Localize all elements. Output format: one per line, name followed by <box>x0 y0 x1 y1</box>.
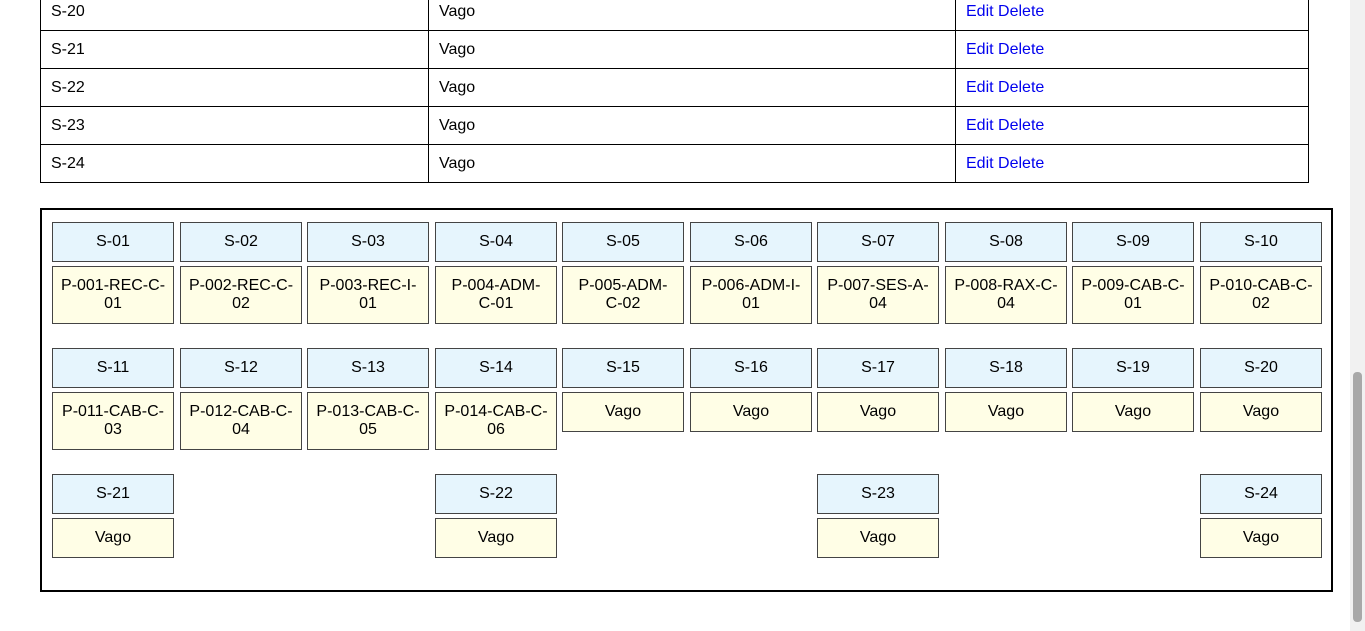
status-cell: Vago <box>428 68 956 107</box>
seat-occupant[interactable]: P-005-ADM-C-02 <box>562 266 684 324</box>
seat-map: S-01 P-001-REC-C-01 S-02 P-002-REC-C-02 S-03… <box>40 208 1333 592</box>
table-row: S-23 Vago Edit Delete <box>40 106 1309 145</box>
status-cell: Vago <box>428 106 956 145</box>
seats-table: S-20 Vago Edit Delete S-21 Vago Edit Delete S-… <box>40 0 1309 183</box>
seat-label[interactable]: S-07 <box>817 222 939 262</box>
seat-occupant[interactable]: Vago <box>817 518 939 558</box>
table-row: S-21 Vago Edit Delete <box>40 30 1309 69</box>
seat-id-cell: S-20 <box>40 0 429 31</box>
seat-label[interactable]: S-17 <box>817 348 939 388</box>
seats-table-body: S-20 Vago Edit Delete S-21 Vago Edit Delete S-… <box>40 0 1309 183</box>
table-row: S-20 Vago Edit Delete <box>40 0 1309 31</box>
seat-occupant[interactable]: Vago <box>690 392 812 432</box>
seat-occupant[interactable]: Vago <box>435 518 557 558</box>
scrollbar-thumb[interactable] <box>1353 372 1362 622</box>
seat-id-cell: S-24 <box>40 144 429 183</box>
seat-id-cell: S-22 <box>40 68 429 107</box>
actions-cell: Edit Delete <box>955 144 1309 183</box>
seat-label[interactable]: S-01 <box>52 222 174 262</box>
status-cell: Vago <box>428 0 956 31</box>
seat-occupant[interactable]: P-011-CAB-C-03 <box>52 392 174 450</box>
seat-label[interactable]: S-06 <box>690 222 812 262</box>
seat-label[interactable]: S-10 <box>1200 222 1322 262</box>
vertical-scrollbar[interactable] <box>1350 0 1365 631</box>
seat-occupant[interactable]: Vago <box>1200 392 1322 432</box>
seat-label[interactable]: S-09 <box>1072 222 1194 262</box>
edit-link[interactable]: Edit <box>966 3 994 20</box>
seat-label[interactable]: S-16 <box>690 348 812 388</box>
seat-label[interactable]: S-05 <box>562 222 684 262</box>
seat-label[interactable]: S-23 <box>817 474 939 514</box>
seat-label[interactable]: S-18 <box>945 348 1067 388</box>
delete-link[interactable]: Delete <box>998 117 1044 134</box>
delete-link[interactable]: Delete <box>998 155 1044 172</box>
seat-occupant[interactable]: P-007-SES-A-04 <box>817 266 939 324</box>
delete-link[interactable]: Delete <box>998 3 1044 20</box>
seat-occupant[interactable]: Vago <box>562 392 684 432</box>
seat-label[interactable]: S-24 <box>1200 474 1322 514</box>
delete-link[interactable]: Delete <box>998 79 1044 96</box>
seat-id-cell: S-21 <box>40 30 429 69</box>
edit-link[interactable]: Edit <box>966 155 994 172</box>
seat-label[interactable]: S-22 <box>435 474 557 514</box>
seat-occupant[interactable]: P-009-CAB-C-01 <box>1072 266 1194 324</box>
delete-link[interactable]: Delete <box>998 41 1044 58</box>
status-cell: Vago <box>428 144 956 183</box>
seat-occupant[interactable]: P-006-ADM-I-01 <box>690 266 812 324</box>
seat-occupant[interactable]: Vago <box>1072 392 1194 432</box>
seat-occupant[interactable]: P-012-CAB-C-04 <box>180 392 302 450</box>
edit-link[interactable]: Edit <box>966 41 994 58</box>
seat-label[interactable]: S-21 <box>52 474 174 514</box>
seat-label[interactable]: S-19 <box>1072 348 1194 388</box>
actions-cell: Edit Delete <box>955 68 1309 107</box>
seat-occupant[interactable]: P-013-CAB-C-05 <box>307 392 429 450</box>
seat-occupant[interactable]: P-014-CAB-C-06 <box>435 392 557 450</box>
seat-occupant[interactable]: P-010-CAB-C-02 <box>1200 266 1322 324</box>
actions-cell: Edit Delete <box>955 106 1309 145</box>
seat-occupant[interactable]: Vago <box>52 518 174 558</box>
status-cell: Vago <box>428 30 956 69</box>
seat-label[interactable]: S-12 <box>180 348 302 388</box>
seat-label[interactable]: S-15 <box>562 348 684 388</box>
seat-occupant[interactable]: P-002-REC-C-02 <box>180 266 302 324</box>
seat-label[interactable]: S-08 <box>945 222 1067 262</box>
seat-label[interactable]: S-03 <box>307 222 429 262</box>
edit-link[interactable]: Edit <box>966 79 994 96</box>
seat-label[interactable]: S-20 <box>1200 348 1322 388</box>
seat-id-cell: S-23 <box>40 106 429 145</box>
table-row: S-24 Vago Edit Delete <box>40 144 1309 183</box>
seat-occupant[interactable]: P-008-RAX-C-04 <box>945 266 1067 324</box>
seat-occupant[interactable]: P-004-ADM-C-01 <box>435 266 557 324</box>
actions-cell: Edit Delete <box>955 30 1309 69</box>
seat-label[interactable]: S-11 <box>52 348 174 388</box>
seat-label[interactable]: S-14 <box>435 348 557 388</box>
seat-occupant[interactable]: Vago <box>945 392 1067 432</box>
edit-link[interactable]: Edit <box>966 117 994 134</box>
seat-occupant[interactable]: Vago <box>817 392 939 432</box>
seat-label[interactable]: S-04 <box>435 222 557 262</box>
seat-label[interactable]: S-13 <box>307 348 429 388</box>
seat-occupant[interactable]: P-003-REC-I-01 <box>307 266 429 324</box>
seat-label[interactable]: S-02 <box>180 222 302 262</box>
actions-cell: Edit Delete <box>955 0 1309 31</box>
table-row: S-22 Vago Edit Delete <box>40 68 1309 107</box>
seat-occupant[interactable]: Vago <box>1200 518 1322 558</box>
seat-occupant[interactable]: P-001-REC-C-01 <box>52 266 174 324</box>
